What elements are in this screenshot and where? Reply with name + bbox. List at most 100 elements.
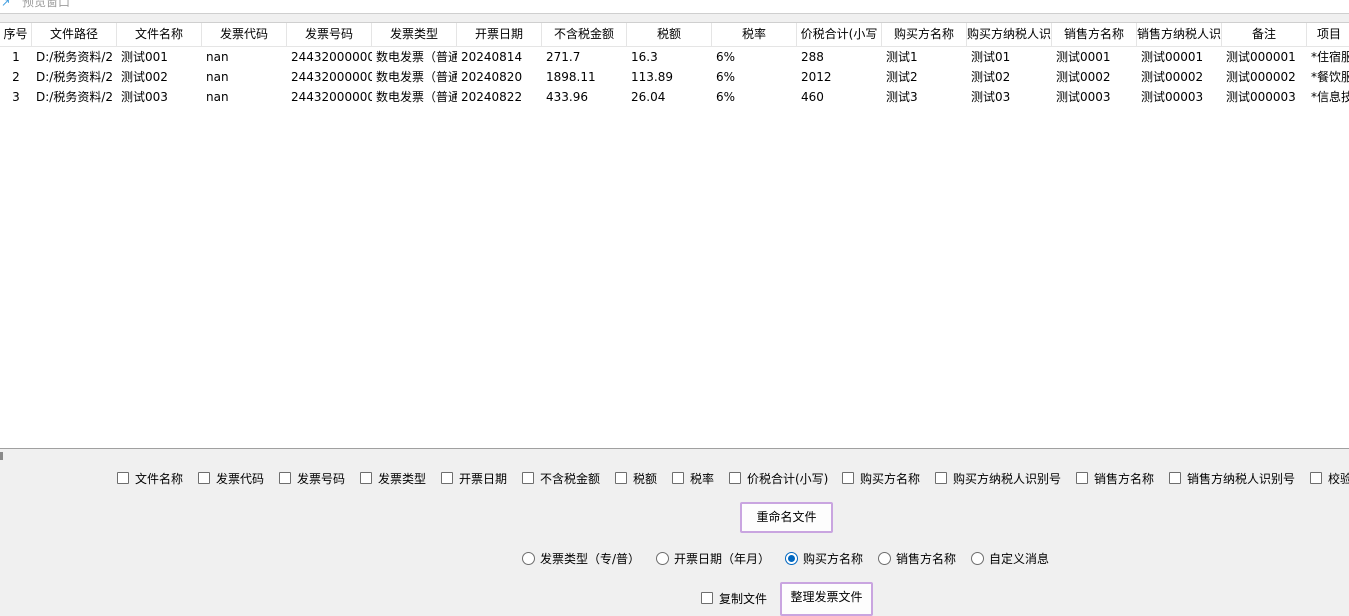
column-header[interactable]: 税额 <box>627 23 712 46</box>
table-cell: 2012 <box>801 70 832 84</box>
table-cell: 测试00003 <box>1141 90 1204 104</box>
table-cell: 1 <box>12 50 20 64</box>
table-cell: 测试00001 <box>1141 50 1204 64</box>
radio-label: 自定义消息 <box>989 552 1050 566</box>
table-cell: 3 <box>12 90 20 104</box>
table-cell: 测试003 <box>121 90 168 104</box>
checkbox-label: 不含税金额 <box>540 472 601 486</box>
copy-files-label: 复制文件 <box>719 592 768 606</box>
column-header[interactable]: 购买方名称 <box>882 23 967 46</box>
checkbox-label: 税额 <box>633 472 658 486</box>
table-cell: nan <box>206 90 229 104</box>
radio-label: 发票类型（专/普） <box>540 552 641 566</box>
table-cell: 6% <box>716 90 736 104</box>
column-header[interactable]: 价税合计(小写 <box>797 23 882 46</box>
table-cell: 1898.11 <box>546 70 596 84</box>
invoice-table[interactable]: 序号 文件路径 文件名称 发票代码 发票号码 发票类型 开票日期 不含税金额 税额 税率 价税合计(… <box>0 22 1349 449</box>
column-header[interactable]: 不含税金额 <box>542 23 627 46</box>
table-cell: 271.7 <box>546 50 581 64</box>
checkbox-box[interactable] <box>441 472 453 484</box>
table-cell: 测试000001 <box>1226 50 1296 64</box>
radio-empty-icon[interactable] <box>878 552 891 565</box>
checkbox-box[interactable] <box>672 472 684 484</box>
checkbox-box[interactable] <box>729 472 741 484</box>
table-cell: *住宿服 <box>1311 50 1349 64</box>
column-header[interactable]: 备注 <box>1222 23 1307 46</box>
table-cell: 6% <box>716 50 736 64</box>
table-cell: 24432000000 <box>291 50 372 64</box>
table-cell: 测试3 <box>886 90 918 104</box>
checkbox-box[interactable] <box>935 472 947 484</box>
radio-label: 销售方名称 <box>896 552 957 566</box>
table-cell: 测试000002 <box>1226 70 1296 84</box>
checkbox-box[interactable] <box>117 472 129 484</box>
checkbox-box[interactable] <box>842 472 854 484</box>
table-cell: 26.04 <box>631 90 666 104</box>
column-header[interactable]: 开票日期 <box>457 23 542 46</box>
table-cell: 288 <box>801 50 824 64</box>
checkbox-box[interactable] <box>1076 472 1088 484</box>
table-cell: nan <box>206 70 229 84</box>
table-cell: D:/税务资料/2 <box>36 50 114 64</box>
table-cell: 测试002 <box>121 70 168 84</box>
rename-fields-checkbox-row: 文件名称 发票代码 发票号码 发票类型 开票日期 不含税金额 税额 税率 价税合计(小写) 购买方… <box>0 470 1349 488</box>
copy-files-checkbox-box[interactable] <box>701 592 713 604</box>
column-header[interactable]: 文件名称 <box>117 23 202 46</box>
table-cell: 测试02 <box>971 70 1011 84</box>
table-row[interactable]: 3 D:/税务资料/2 测试003 nan 24432000000 数电发票（普通 2024… <box>0 87 1349 107</box>
checkbox-label: 文件名称 <box>135 472 184 486</box>
column-header[interactable]: 发票代码 <box>202 23 287 46</box>
table-cell: 433.96 <box>546 90 588 104</box>
table-cell: 测试1 <box>886 50 918 64</box>
checkbox-box[interactable] <box>1310 472 1322 484</box>
column-header[interactable]: 序号 <box>0 23 32 46</box>
table-cell: D:/税务资料/2 <box>36 70 114 84</box>
table-row[interactable]: 2 D:/税务资料/2 测试002 nan 24432000000 数电发票（普通 2024… <box>0 67 1349 87</box>
column-header[interactable]: 发票类型 <box>372 23 457 46</box>
checkbox-box[interactable] <box>198 472 210 484</box>
column-header[interactable]: 项目 <box>1307 23 1349 46</box>
radio-empty-icon[interactable] <box>971 552 984 565</box>
table-cell: 113.89 <box>631 70 673 84</box>
table-cell: 数电发票（普通 <box>376 50 457 64</box>
table-cell: 16.3 <box>631 50 658 64</box>
table-cell: D:/税务资料/2 <box>36 90 114 104</box>
checkbox-label: 税率 <box>690 472 715 486</box>
pin-arrow-icon: ↗ <box>1 0 11 9</box>
checkbox-label: 购买方纳税人识别号 <box>953 472 1062 486</box>
checkbox-box[interactable] <box>360 472 372 484</box>
checkbox-label: 销售方名称 <box>1094 472 1155 486</box>
radio-label: 购买方名称 <box>803 552 864 566</box>
window-titlebar: ↗ 预览窗口 <box>0 0 1349 14</box>
rename-files-button[interactable]: 重命名文件 <box>740 502 833 533</box>
column-header[interactable]: 文件路径 <box>32 23 117 46</box>
radio-empty-icon[interactable] <box>522 552 535 565</box>
window-title: 预览窗口 <box>22 0 71 9</box>
radio-empty-icon[interactable] <box>656 552 669 565</box>
column-header[interactable]: 销售方名称 <box>1052 23 1137 46</box>
table-cell: *餐饮服 <box>1311 70 1349 84</box>
table-cell: 2 <box>12 70 20 84</box>
table-cell: 测试0001 <box>1056 50 1111 64</box>
table-cell: 20240820 <box>461 70 523 84</box>
table-cell: 测试000003 <box>1226 90 1296 104</box>
table-cell: 20240814 <box>461 50 523 64</box>
table-cell: 测试0002 <box>1056 70 1111 84</box>
radio-selected-icon[interactable] <box>785 552 798 565</box>
table-cell: 24432000000 <box>291 90 372 104</box>
table-cell: *信息技 <box>1311 90 1349 104</box>
table-body: 1 D:/税务资料/2 测试001 nan 24432000000 数电发票（普通 2024… <box>0 47 1349 107</box>
checkbox-box[interactable] <box>522 472 534 484</box>
table-row[interactable]: 1 D:/税务资料/2 测试001 nan 24432000000 数电发票（普通 2024… <box>0 47 1349 67</box>
checkbox-box[interactable] <box>1169 472 1181 484</box>
column-header[interactable]: 发票号码 <box>287 23 372 46</box>
checkbox-label: 价税合计(小写) <box>747 472 829 486</box>
column-header[interactable]: 销售方纳税人识 <box>1137 23 1222 46</box>
horizontal-scrollbar-thumb[interactable] <box>0 452 3 460</box>
checkbox-box[interactable] <box>279 472 291 484</box>
checkbox-box[interactable] <box>615 472 627 484</box>
column-header[interactable]: 购买方纳税人识 <box>967 23 1052 46</box>
column-header[interactable]: 税率 <box>712 23 797 46</box>
table-cell: 6% <box>716 70 736 84</box>
organize-invoices-button[interactable]: 整理发票文件 <box>780 582 873 616</box>
